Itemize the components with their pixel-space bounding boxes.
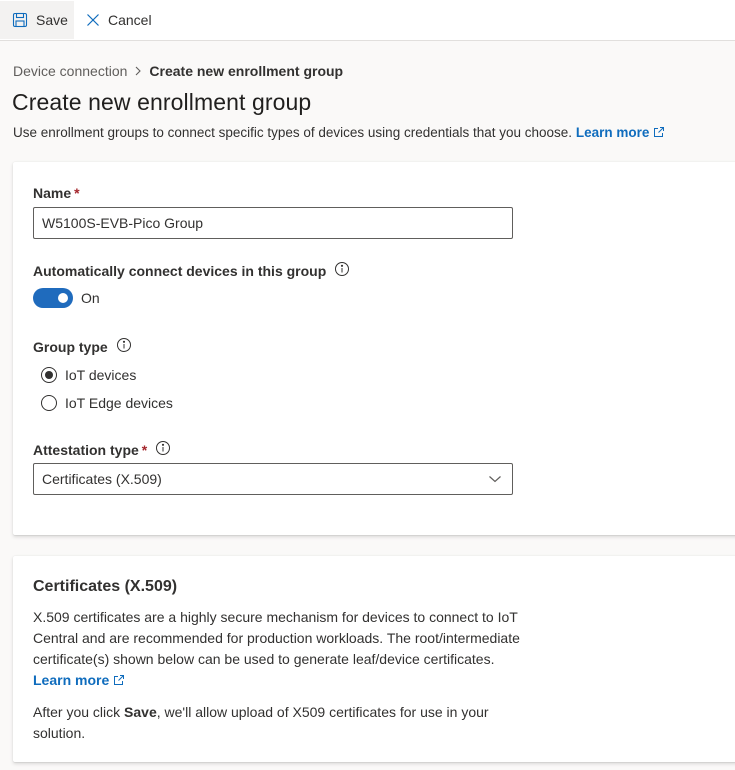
- toggle-state-label: On: [81, 290, 100, 306]
- info-icon[interactable]: [116, 337, 132, 356]
- group-type-label-text: Group type: [33, 338, 108, 355]
- attestation-type-label: Attestation type *: [33, 440, 171, 459]
- learn-more-label: Learn more: [575, 125, 650, 140]
- required-mark: *: [74, 185, 80, 201]
- cancel-button[interactable]: Cancel: [74, 1, 162, 39]
- certificates-info-card: Certificates (X.509) X.509 certificates …: [13, 556, 735, 762]
- auto-connect-label: Automatically connect devices in this gr…: [33, 261, 350, 280]
- auto-connect-label-text: Automatically connect devices in this gr…: [33, 262, 327, 279]
- dropdown-selected-value: Certificates (X.509): [42, 471, 162, 487]
- certificates-save-note: After you click Save, we'll allow upload…: [33, 702, 523, 744]
- learn-more-link[interactable]: Learn more: [576, 125, 666, 140]
- name-input[interactable]: [33, 207, 513, 239]
- save-button-label: Save: [36, 12, 68, 28]
- radio-iot-edge-devices[interactable]: IoT Edge devices: [41, 395, 173, 411]
- page-title: Create new enrollment group: [12, 89, 312, 115]
- save-button[interactable]: Save: [0, 1, 74, 39]
- radio-label: IoT devices: [65, 367, 137, 383]
- learn-more-label: Learn more: [33, 672, 110, 688]
- enrollment-form-card: Name* Automatically connect devices in t…: [13, 162, 735, 535]
- external-link-icon: [653, 126, 665, 141]
- radio-iot-devices[interactable]: IoT devices: [41, 367, 136, 383]
- certificates-title: Certificates (X.509): [33, 578, 178, 595]
- chevron-right-icon: [133, 66, 143, 76]
- breadcrumb-current: Create new enrollment group: [149, 63, 344, 79]
- radio-label: IoT Edge devices: [65, 395, 173, 411]
- certificates-description: X.509 certificates are a highly secure m…: [33, 607, 523, 692]
- info-icon[interactable]: [334, 261, 350, 280]
- name-label: Name *: [33, 185, 80, 201]
- auto-connect-toggle-row: On: [33, 288, 100, 308]
- info-icon[interactable]: [155, 440, 171, 459]
- cancel-button-label: Cancel: [108, 12, 152, 28]
- group-type-label: Group type: [33, 337, 132, 356]
- chevron-down-icon: [488, 471, 502, 487]
- attestation-type-dropdown[interactable]: Certificates (X.509): [33, 463, 513, 495]
- save-icon: [12, 12, 28, 28]
- required-mark: *: [141, 441, 148, 458]
- external-link-icon: [113, 671, 125, 692]
- page-description: Use enrollment groups to connect specifi…: [13, 125, 665, 141]
- breadcrumb: Device connection Create new enrollment …: [13, 63, 343, 79]
- certificates-learn-more-link[interactable]: Learn more: [33, 672, 125, 688]
- close-icon: [86, 13, 100, 27]
- name-label-text: Name: [33, 185, 72, 201]
- toggle-knob: [58, 293, 68, 303]
- note-bold: Save: [124, 704, 157, 720]
- certificates-description-text: X.509 certificates are a highly secure m…: [33, 609, 520, 667]
- radio-button-checked[interactable]: [41, 367, 57, 383]
- radio-button[interactable]: [41, 395, 57, 411]
- attestation-label-text: Attestation type: [33, 441, 139, 458]
- auto-connect-toggle[interactable]: [33, 288, 73, 308]
- page-description-text: Use enrollment groups to connect specifi…: [13, 125, 573, 140]
- note-prefix: After you click: [33, 704, 125, 720]
- command-bar: Save Cancel: [0, 0, 735, 41]
- breadcrumb-parent[interactable]: Device connection: [13, 63, 127, 79]
